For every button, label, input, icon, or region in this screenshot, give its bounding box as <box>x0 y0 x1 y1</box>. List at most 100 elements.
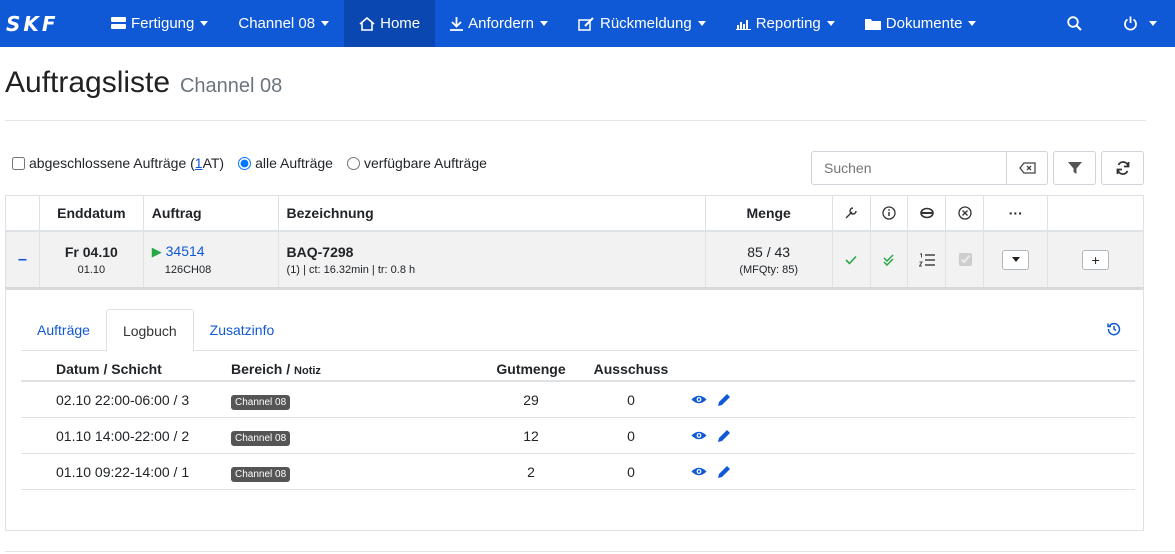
row-more <box>984 232 1049 287</box>
nav-channel-label: Channel 08 <box>238 15 316 32</box>
nav-home[interactable]: Home <box>344 0 436 47</box>
chevron-down-icon <box>826 21 835 26</box>
log-ausschuss: 0 <box>627 391 635 408</box>
row-bezeichnung: BAQ-7298 (1) | ct: 16.32min | tr: 0.8 h <box>279 232 706 287</box>
backspace-icon <box>1018 162 1036 174</box>
page-title: Auftragsliste <box>5 66 171 99</box>
eye-icon[interactable] <box>691 466 707 477</box>
log-gutmenge: 2 <box>527 463 535 480</box>
row-enddatum: Fr 04.10 01.10 <box>40 232 144 287</box>
nav-home-label: Home <box>380 15 421 32</box>
pencil-icon[interactable] <box>717 393 731 407</box>
search-clear-button[interactable] <box>1007 151 1048 185</box>
all-orders-filter[interactable]: alle Aufträge <box>238 155 333 171</box>
header-tools <box>833 196 871 230</box>
nav-reporting[interactable]: Reporting <box>721 0 850 47</box>
nav-anfordern[interactable]: Anfordern <box>435 0 563 47</box>
nav-reporting-label: Reporting <box>755 15 821 32</box>
log-ausschuss: 0 <box>627 427 635 444</box>
search-input[interactable] <box>811 151 1007 185</box>
closed-orders-count[interactable]: 1 <box>195 155 203 171</box>
closed-orders-checkbox[interactable] <box>12 156 25 170</box>
pencil-icon[interactable] <box>717 429 731 443</box>
home-icon <box>359 16 375 31</box>
history-button[interactable] <box>1107 322 1121 339</box>
power-icon <box>1124 16 1137 31</box>
header-menge[interactable]: Menge <box>706 196 833 230</box>
area-badge: Channel 08 <box>231 394 291 410</box>
header-divider <box>5 120 1146 121</box>
header-ausschuss: Ausschuss <box>593 361 669 377</box>
header-enddatum[interactable]: Enddatum <box>40 196 144 230</box>
info-circle-icon <box>882 206 896 220</box>
nav-power[interactable] <box>1105 0 1175 47</box>
available-orders-filter[interactable]: verfügbare Aufträge <box>346 155 487 171</box>
row-auftrag: ▶ 34514 126CH08 <box>144 232 279 287</box>
skf-logo-icon: SKF <box>6 15 56 33</box>
eye-icon[interactable] <box>691 394 707 405</box>
header-toggle <box>6 196 40 230</box>
refresh-icon <box>1116 161 1129 175</box>
tab-auftraege[interactable]: Aufträge <box>21 309 106 351</box>
chevron-down-icon <box>968 21 977 26</box>
detail-tabs: Aufträge Logbuch Zusatzinfo <box>21 309 1138 352</box>
download-icon <box>450 16 464 31</box>
eye-icon[interactable] <box>691 430 707 441</box>
available-orders-radio[interactable] <box>346 156 360 170</box>
search-group <box>811 151 1048 185</box>
log-row: 02.10 22:00-06:00 / 3 Channel 08 29 0 <box>21 382 1135 418</box>
nav-dokumente[interactable]: Dokumente <box>850 0 992 47</box>
all-orders-radio[interactable] <box>238 156 252 170</box>
chevron-down-icon <box>540 21 548 26</box>
order-link[interactable]: ▶ 34514 <box>152 243 205 260</box>
skf-logo[interactable]: SKF <box>0 0 96 47</box>
row-collapse-toggle[interactable]: – <box>6 232 40 287</box>
nav-anfordern-label: Anfordern <box>468 15 534 32</box>
chevron-down-icon <box>200 21 209 26</box>
row-add-button[interactable]: + <box>1082 249 1110 270</box>
header-notiz: Notiz <box>294 365 321 377</box>
available-orders-label: verfügbare Aufträge <box>363 155 487 171</box>
header-bezeichnung[interactable]: Bezeichnung <box>279 196 706 230</box>
cancel-checkbox <box>958 253 972 266</box>
log-bereich: Channel 08 <box>231 392 491 410</box>
nav-dokumente-label: Dokumente <box>885 15 963 32</box>
row-dropdown-button[interactable] <box>1002 249 1030 270</box>
nav-rueckmeldung[interactable]: Rückmeldung <box>563 0 721 47</box>
header-bereich: Bereich / Notiz <box>231 361 491 377</box>
header-auftrag[interactable]: Auftrag <box>144 196 279 230</box>
tab-logbuch[interactable]: Logbuch <box>105 309 194 352</box>
row-list-status[interactable] <box>908 232 947 287</box>
refresh-button[interactable] <box>1101 151 1144 185</box>
nav-search[interactable] <box>1049 0 1105 47</box>
closed-orders-label: abgeschlossene Aufträge ( <box>29 155 195 171</box>
area-badge: Channel 08 <box>231 430 291 446</box>
order-code: 126CH08 <box>164 264 212 276</box>
filter-button[interactable] <box>1053 151 1096 185</box>
nav-fertigung[interactable]: Fertigung <box>96 0 223 47</box>
table-row[interactable]: – Fr 04.10 01.10 ▶ 34514 126CH08 BAQ-729… <box>6 232 1143 288</box>
pencil-icon[interactable] <box>717 465 731 479</box>
server-icon <box>111 17 126 29</box>
header-datum: Datum / Schicht <box>56 361 162 377</box>
caret-down-icon <box>1011 257 1020 262</box>
nav-channel[interactable]: Channel 08 <box>223 0 344 47</box>
header-bereich-label: Bereich / <box>231 361 295 377</box>
orders-table: Enddatum Auftrag Bezeichnung Menge ··· –… <box>5 195 1144 289</box>
table-header: Enddatum Auftrag Bezeichnung Menge ··· <box>6 196 1143 232</box>
header-cancel <box>946 196 985 230</box>
order-number[interactable]: 34514 <box>166 243 205 259</box>
folder-icon <box>864 19 881 30</box>
wrench-icon <box>845 207 857 219</box>
row-tools-status <box>833 232 871 287</box>
log-actions <box>691 465 791 479</box>
log-bereich: Channel 08 <box>231 464 491 482</box>
double-check-icon <box>883 253 894 266</box>
chart-icon <box>735 20 751 30</box>
product-name: BAQ-7298 <box>286 243 354 260</box>
page-subtitle: Channel 08 <box>179 75 283 97</box>
filter-icon <box>1067 162 1082 174</box>
closed-orders-filter[interactable]: abgeschlossene Aufträge (1 AT) <box>12 155 224 171</box>
tab-zusatzinfo[interactable]: Zusatzinfo <box>194 309 291 351</box>
logbook-header: Datum / Schicht Bereich / Notiz Gutmenge… <box>21 358 1135 382</box>
